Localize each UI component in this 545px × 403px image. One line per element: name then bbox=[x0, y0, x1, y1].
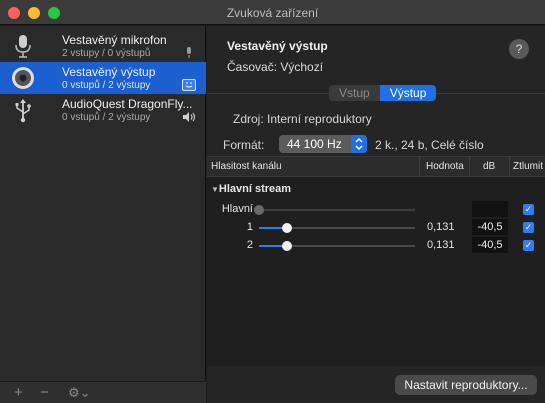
usb-icon bbox=[15, 99, 31, 123]
volume-slider-master[interactable] bbox=[254, 205, 415, 215]
device-channels: 0 vstupů / 2 výstupy bbox=[62, 80, 151, 91]
tab-output[interactable]: Výstup bbox=[379, 85, 437, 101]
channel-value: 0,131 bbox=[427, 221, 455, 233]
volume-slider-channel-1[interactable] bbox=[259, 223, 415, 233]
device-name: Vestavěný výstup bbox=[62, 65, 156, 79]
table-row: 2 0,131 -40,5 ✓ bbox=[207, 237, 545, 255]
window-title: Zvuková zařízení bbox=[226, 6, 319, 20]
microphone-icon bbox=[15, 35, 31, 58]
add-device-button[interactable]: + bbox=[14, 384, 23, 401]
format-select[interactable]: 44 100 Hz bbox=[279, 135, 367, 153]
device-item-built-in-microphone[interactable]: Vestavěný mikrofon 2 vstupy / 0 výstupů bbox=[0, 30, 206, 62]
remove-device-button[interactable]: − bbox=[40, 384, 49, 401]
source-label: Zdroj: bbox=[233, 112, 264, 126]
channel-value: 0,131 bbox=[427, 239, 455, 251]
device-item-audioquest-dragonfly[interactable]: AudioQuest DragonFly... 0 vstupů / 2 výs… bbox=[0, 94, 206, 126]
column-mute[interactable]: Ztlumit bbox=[513, 161, 543, 172]
mute-checkbox[interactable]: ✓ bbox=[523, 222, 534, 233]
table-row: 1 0,131 -40,5 ✓ bbox=[207, 219, 545, 237]
microphone-badge-icon bbox=[187, 47, 191, 58]
mute-checkbox[interactable]: ✓ bbox=[523, 204, 534, 215]
channel-label: 1 bbox=[246, 221, 253, 233]
table-header: Hlasitost kanálu Hodnota dB Ztlumit bbox=[207, 157, 545, 177]
format-label: Formát: bbox=[223, 138, 265, 152]
channel-label: Hlavní bbox=[221, 203, 253, 215]
speaker-icon bbox=[12, 67, 34, 89]
channel-label: 2 bbox=[246, 239, 253, 251]
device-channels: 0 vstupů / 2 výstupy bbox=[62, 112, 151, 123]
device-detail-panel: Vestavěný výstup Časovač: Výchozí ? Vstu… bbox=[207, 26, 545, 403]
device-item-built-in-output[interactable]: Vestavěný výstup 0 vstupů / 2 výstupy bbox=[0, 62, 206, 94]
slider-knob[interactable] bbox=[282, 241, 292, 251]
mute-checkbox[interactable]: ✓ bbox=[523, 240, 534, 251]
channel-volume-table: Hlasitost kanálu Hodnota dB Ztlumit ▼Hla… bbox=[207, 156, 545, 366]
format-details: 2 k., 24 b, Celé číslo bbox=[375, 138, 484, 152]
help-button[interactable]: ? bbox=[509, 39, 529, 59]
device-name: Vestavěný mikrofon bbox=[62, 33, 167, 47]
channel-db: -40,5 bbox=[472, 237, 508, 253]
column-value[interactable]: Hodnota bbox=[426, 161, 464, 172]
device-name: AudioQuest DragonFly... bbox=[62, 97, 193, 111]
table-row: Hlavní ✓ bbox=[207, 201, 545, 219]
configure-speakers-button[interactable]: Nastavit reproduktory... bbox=[395, 375, 537, 395]
format-select-value: 44 100 Hz bbox=[287, 137, 342, 151]
sidebar-toolbar: + − ⚙⌄ bbox=[0, 381, 206, 403]
device-channels: 2 vstupy / 0 výstupů bbox=[62, 48, 151, 59]
column-db[interactable]: dB bbox=[483, 161, 495, 172]
channel-db: -40,5 bbox=[472, 219, 508, 235]
disclosure-triangle-icon[interactable]: ▼ bbox=[211, 185, 219, 194]
title-bar: Zvuková zařízení bbox=[0, 0, 545, 25]
selected-device-title: Vestavěný výstup bbox=[227, 39, 328, 53]
channel-db bbox=[472, 201, 508, 217]
finder-badge-icon bbox=[182, 79, 196, 91]
slider-knob[interactable] bbox=[282, 223, 292, 233]
clock-source-label: Časovač: Výchozí bbox=[227, 60, 324, 74]
gear-menu-button[interactable]: ⚙⌄ bbox=[68, 385, 91, 401]
column-channel-volume[interactable]: Hlasitost kanálu bbox=[211, 161, 282, 172]
device-sidebar: Vestavěný mikrofon 2 vstupy / 0 výstupů … bbox=[0, 26, 206, 403]
volume-slider-channel-2[interactable] bbox=[259, 241, 415, 251]
source-value: Interní reproduktory bbox=[267, 112, 372, 126]
tab-input[interactable]: Vstup bbox=[329, 85, 380, 101]
speaker-volume-icon bbox=[183, 112, 196, 122]
source-row: Zdroj: Interní reproduktory bbox=[233, 112, 372, 126]
slider-knob[interactable] bbox=[254, 205, 264, 215]
stream-group-row[interactable]: ▼Hlavní stream bbox=[207, 183, 291, 195]
stream-name: Hlavní stream bbox=[218, 183, 292, 195]
input-output-segmented-control: Vstup Výstup bbox=[329, 85, 437, 101]
chevron-updown-icon bbox=[351, 135, 367, 153]
